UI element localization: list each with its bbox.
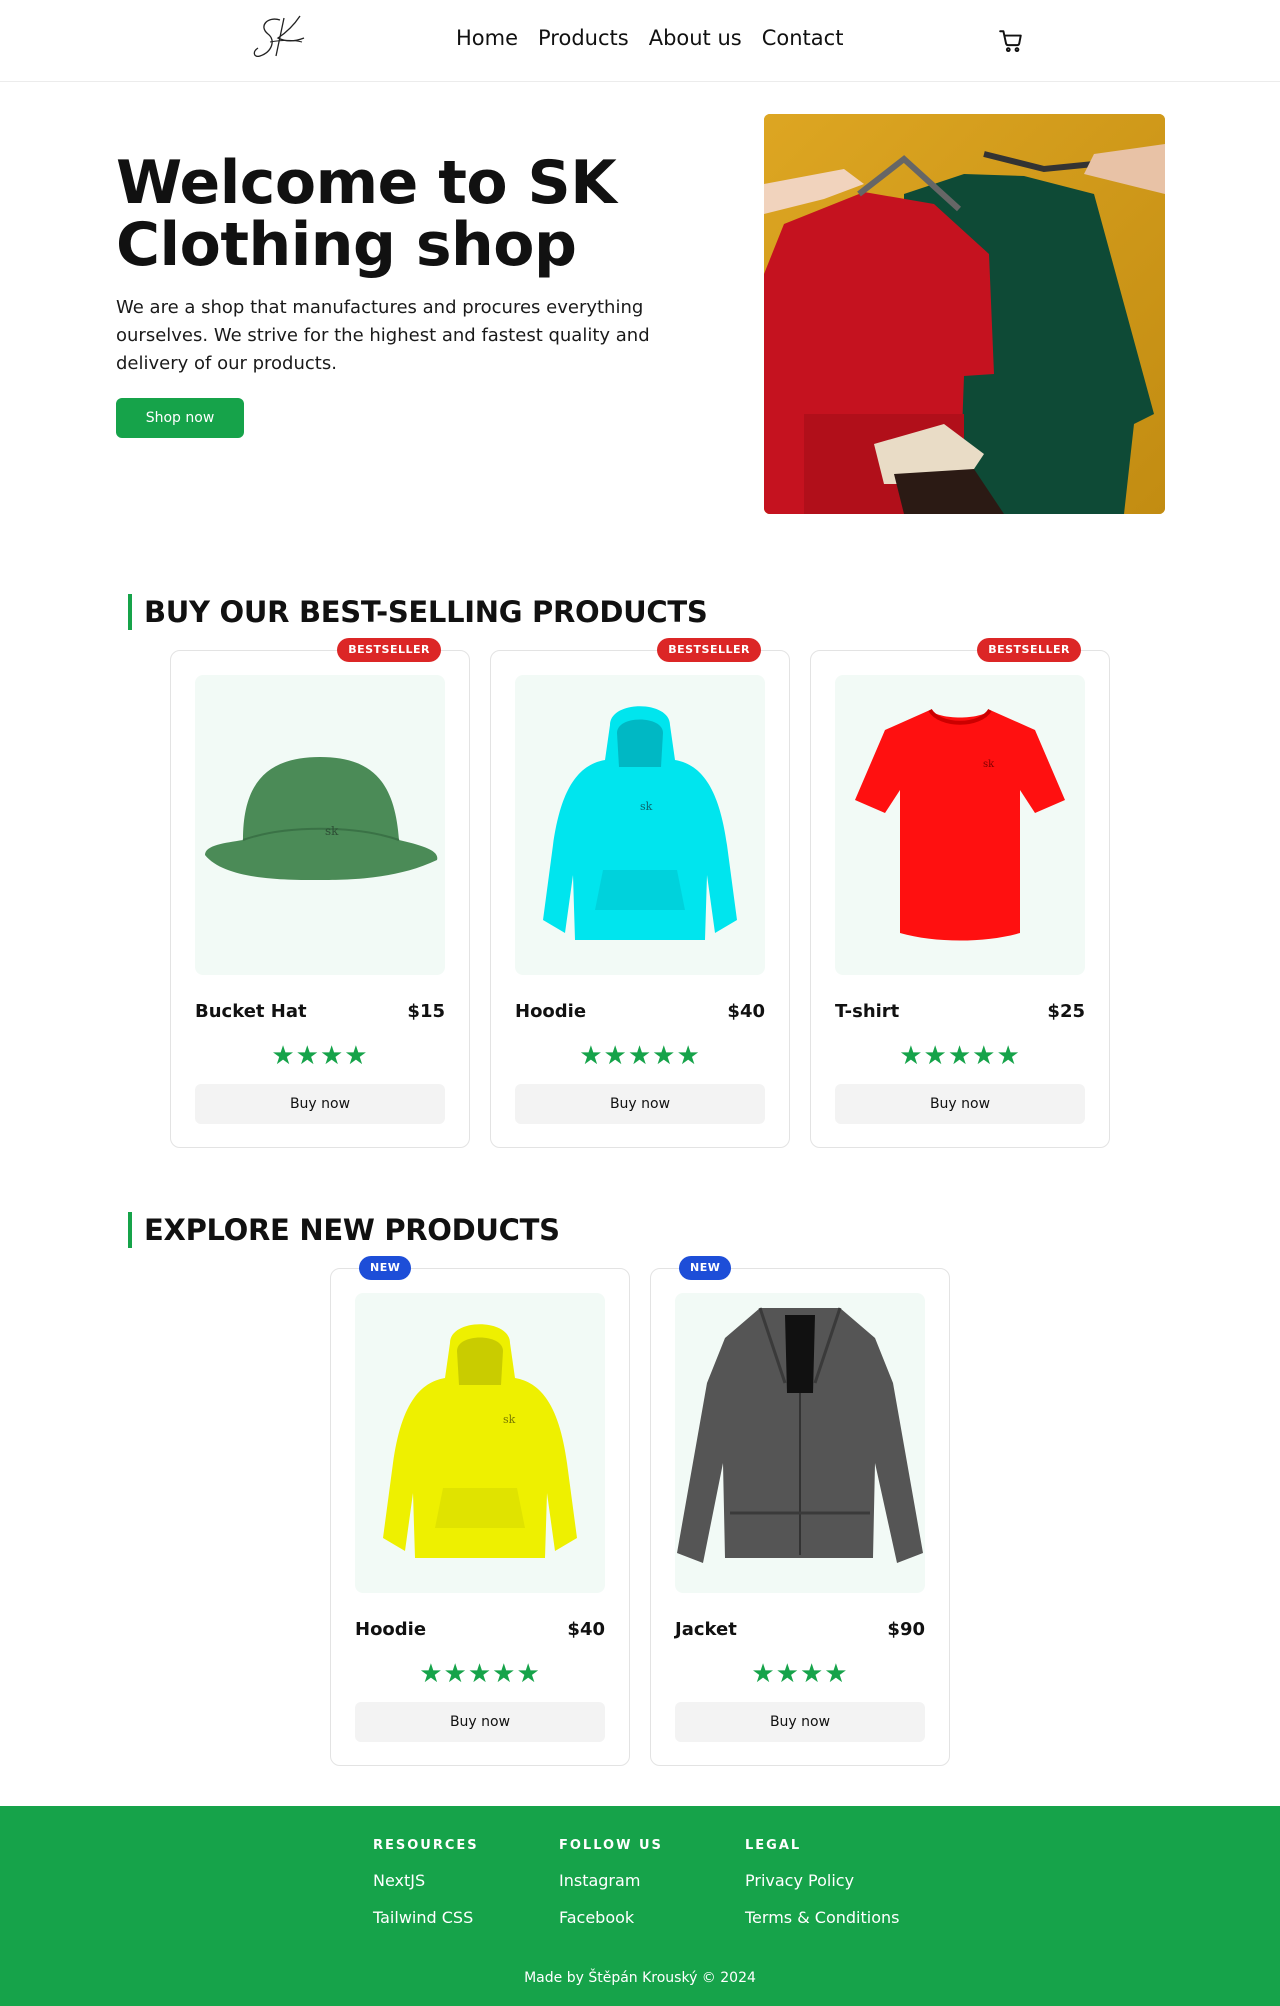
new-badge: NEW [359, 1256, 412, 1280]
footer-column-resources: RESOURCES NextJS Tailwind CSS [373, 1838, 479, 1945]
buy-now-button[interactable]: Buy now [515, 1084, 765, 1124]
product-image: sk [355, 1293, 605, 1593]
hero-image [764, 114, 1165, 514]
main-nav: Home Products About us Contact [456, 26, 843, 50]
product-price: $25 [1047, 1001, 1085, 1022]
footer-link-instagram[interactable]: Instagram [559, 1871, 663, 1890]
product-card: NEW Jacket $90 ★★★★ Buy now [650, 1256, 950, 1766]
new-badge: NEW [679, 1256, 732, 1280]
nav-home[interactable]: Home [456, 26, 518, 50]
site-header: Home Products About us Contact [0, 0, 1280, 82]
product-image: sk [835, 675, 1085, 975]
product-image: sk [515, 675, 765, 975]
product-card: BESTSELLER sk Hoodie $40 ★★★★★ Buy now [490, 638, 790, 1148]
footer-column-legal: LEGAL Privacy Policy Terms & Conditions [745, 1838, 899, 1945]
footer-column-title: LEGAL [745, 1838, 802, 1853]
footer-column-title: FOLLOW US [559, 1838, 663, 1853]
copyright-text: Made by Štěpán Krouský © 2024 [524, 1970, 756, 1986]
product-card: BESTSELLER sk Bucket Hat $15 ★★★★ Buy no… [170, 638, 470, 1148]
buy-now-button[interactable]: Buy now [355, 1702, 605, 1742]
product-image: sk [195, 675, 445, 975]
product-price: $40 [727, 1001, 765, 1022]
svg-text:sk: sk [640, 800, 653, 813]
rating-stars: ★★★★★ [579, 1041, 701, 1071]
product-name: Hoodie [515, 1001, 587, 1022]
site-footer: RESOURCES NextJS Tailwind CSS FOLLOW US … [0, 1806, 1280, 2006]
buy-now-button[interactable]: Buy now [835, 1084, 1085, 1124]
product-card: BESTSELLER sk T-shirt $25 ★★★★★ Buy now [810, 638, 1110, 1148]
product-name: Jacket [675, 1619, 737, 1640]
shop-now-button[interactable]: Shop now [116, 398, 244, 438]
rating-stars: ★★★★ [751, 1659, 849, 1689]
product-price: $15 [407, 1001, 445, 1022]
nav-products[interactable]: Products [538, 26, 629, 50]
rating-stars: ★★★★★ [899, 1041, 1021, 1071]
footer-link-nextjs[interactable]: NextJS [373, 1871, 479, 1890]
bestseller-badge: BESTSELLER [337, 638, 441, 662]
rating-stars: ★★★★ [271, 1041, 369, 1071]
product-price: $40 [567, 1619, 605, 1640]
product-price: $90 [887, 1619, 925, 1640]
product-name: T-shirt [835, 1001, 900, 1022]
nav-about-us[interactable]: About us [649, 26, 742, 50]
footer-column-title: RESOURCES [373, 1838, 479, 1853]
footer-column-follow-us: FOLLOW US Instagram Facebook [559, 1838, 663, 1945]
footer-link-terms[interactable]: Terms & Conditions [745, 1908, 899, 1927]
product-name: Hoodie [355, 1619, 427, 1640]
footer-link-tailwind[interactable]: Tailwind CSS [373, 1908, 479, 1927]
buy-now-button[interactable]: Buy now [675, 1702, 925, 1742]
svg-text:sk: sk [983, 759, 995, 770]
svg-text:sk: sk [503, 1413, 516, 1426]
new-products-heading: EXPLORE NEW PRODUCTS [128, 1212, 560, 1248]
product-name: Bucket Hat [195, 1001, 307, 1022]
hero-title: Welcome to SK Clothing shop [116, 148, 617, 280]
bestseller-badge: BESTSELLER [977, 638, 1081, 662]
sk-logo[interactable] [250, 12, 308, 66]
hero-description: We are a shop that manufactures and proc… [116, 297, 650, 374]
shopping-cart-icon[interactable] [998, 28, 1024, 54]
footer-link-privacy-policy[interactable]: Privacy Policy [745, 1871, 899, 1890]
nav-contact[interactable]: Contact [762, 26, 844, 50]
product-card: NEW sk Hoodie $40 ★★★★★ Buy now [330, 1256, 630, 1766]
rating-stars: ★★★★★ [419, 1659, 541, 1689]
bestsellers-heading: BUY OUR BEST-SELLING PRODUCTS [128, 594, 708, 630]
bestseller-badge: BESTSELLER [657, 638, 761, 662]
buy-now-button[interactable]: Buy now [195, 1084, 445, 1124]
svg-text:sk: sk [325, 824, 339, 838]
product-image [675, 1293, 925, 1593]
footer-link-facebook[interactable]: Facebook [559, 1908, 663, 1927]
